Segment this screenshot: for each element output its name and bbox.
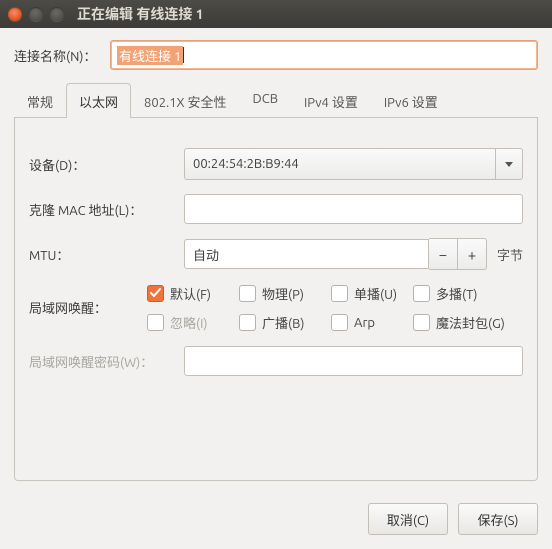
tab-1[interactable]: 以太网	[66, 83, 131, 118]
checkbox-icon	[239, 314, 256, 331]
checkbox-icon	[331, 285, 348, 302]
wol-check-6[interactable]: Arp	[331, 314, 411, 331]
wol-check-2[interactable]: 单播(U)	[331, 284, 411, 303]
wol-check-0[interactable]: 默认(F)	[147, 284, 237, 303]
device-row: 设备(D)： 00:24:54:2B:B9:44	[29, 148, 523, 180]
cancel-button[interactable]: 取消(C)	[368, 503, 448, 535]
clone-mac-row: 克隆 MAC 地址(L)：	[29, 194, 523, 224]
chevron-down-icon	[505, 162, 513, 167]
wol-check-4: 忽略(I)	[147, 313, 237, 332]
mtu-increment-button[interactable]: +	[458, 238, 487, 270]
dialog-footer: 取消(C) 保存(S)	[0, 493, 552, 549]
clone-mac-input[interactable]	[184, 194, 523, 224]
checkbox-label: 默认(F)	[170, 284, 211, 303]
wol-checks: 默认(F) 物理(P) 单播(U) 多播(T) 忽略(I) 广播(B) Arp 魔法封包(G)	[147, 284, 523, 332]
checkbox-icon	[147, 314, 164, 331]
window-title: 正在编辑 有线连接 1	[77, 4, 204, 24]
device-value: 00:24:54:2B:B9:44	[185, 157, 495, 171]
window: 正在编辑 有线连接 1 连接名称(N)： 有线连接 1 常规以太网802.1X …	[0, 0, 552, 549]
mtu-unit: 字节	[497, 245, 523, 264]
mtu-spinner: 自动 − +	[184, 238, 487, 270]
checkbox-icon	[413, 314, 430, 331]
mtu-decrement-button[interactable]: −	[429, 238, 458, 270]
device-dropdown-button[interactable]	[495, 149, 522, 179]
checkbox-icon	[413, 285, 430, 302]
device-combo[interactable]: 00:24:54:2B:B9:44	[184, 148, 523, 180]
checkbox-label: Arp	[354, 316, 375, 330]
wol-label: 局域网唤醒：	[29, 284, 147, 317]
wol-password-label: 局域网唤醒密码(W)：	[29, 352, 184, 371]
tab-3[interactable]: DCB	[240, 83, 291, 118]
close-icon[interactable]	[8, 7, 22, 21]
wol-check-7[interactable]: 魔法封包(G)	[413, 313, 523, 332]
dialog-body: 连接名称(N)： 有线连接 1 常规以太网802.1X 安全性DCBIPv4 设…	[0, 28, 552, 493]
checkbox-label: 忽略(I)	[170, 313, 208, 332]
tabbar: 常规以太网802.1X 安全性DCBIPv4 设置IPv6 设置	[14, 82, 538, 118]
tab-ethernet-page: 设备(D)： 00:24:54:2B:B9:44 克隆 MAC 地址(L)： M…	[14, 118, 538, 481]
connection-name-value: 有线连接 1	[117, 46, 183, 65]
checkbox-icon	[147, 285, 164, 302]
checkbox-label: 物理(P)	[262, 284, 304, 303]
wol-password-row: 局域网唤醒密码(W)：	[29, 346, 523, 376]
wol-check-5[interactable]: 广播(B)	[239, 313, 329, 332]
tab-4[interactable]: IPv4 设置	[291, 83, 371, 118]
checkbox-label: 广播(B)	[262, 313, 304, 332]
text-caret	[183, 47, 184, 63]
device-label: 设备(D)：	[29, 155, 184, 174]
mtu-input[interactable]: 自动	[184, 239, 429, 269]
checkbox-icon	[239, 285, 256, 302]
checkbox-label: 魔法封包(G)	[436, 313, 505, 332]
wol-row: 局域网唤醒： 默认(F) 物理(P) 单播(U) 多播(T) 忽略(I) 广播(B) Arp…	[29, 284, 523, 332]
mtu-row: MTU： 自动 − + 字节	[29, 238, 523, 270]
checkbox-label: 多播(T)	[436, 284, 477, 303]
checkbox-icon	[331, 314, 348, 331]
tab-5[interactable]: IPv6 设置	[371, 83, 451, 118]
wol-check-3[interactable]: 多播(T)	[413, 284, 523, 303]
wol-check-1[interactable]: 物理(P)	[239, 284, 329, 303]
checkbox-label: 单播(U)	[354, 284, 397, 303]
titlebar: 正在编辑 有线连接 1	[0, 0, 552, 28]
maximize-icon[interactable]	[50, 7, 64, 21]
save-button[interactable]: 保存(S)	[458, 503, 538, 535]
connection-name-row: 连接名称(N)： 有线连接 1	[14, 40, 538, 70]
wol-password-input[interactable]	[184, 346, 523, 376]
mtu-label: MTU：	[29, 245, 184, 264]
minimize-icon[interactable]	[29, 7, 43, 21]
connection-name-label: 连接名称(N)：	[14, 46, 110, 65]
clone-mac-label: 克隆 MAC 地址(L)：	[29, 200, 184, 219]
tab-0[interactable]: 常规	[14, 83, 66, 118]
connection-name-input[interactable]: 有线连接 1	[110, 40, 538, 70]
tab-2[interactable]: 802.1X 安全性	[131, 83, 240, 118]
